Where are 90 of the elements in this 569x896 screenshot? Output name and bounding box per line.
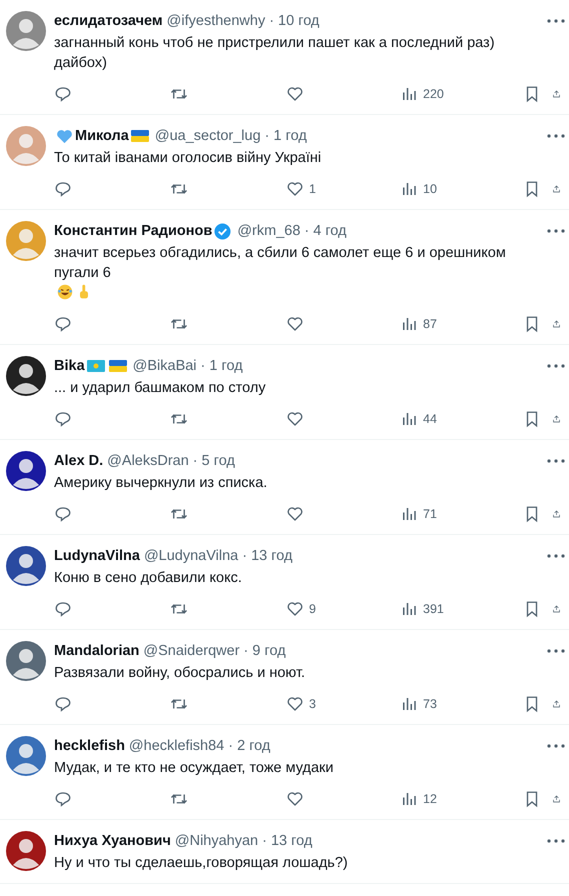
timestamp[interactable]: · 10 год xyxy=(269,13,320,29)
reply-text: Коню в сено добавили кокс. xyxy=(54,569,242,588)
timestamp[interactable]: · 4 год xyxy=(304,223,347,239)
user-handle[interactable]: @ua_sector_lug xyxy=(154,128,261,144)
flag-icon xyxy=(130,130,149,142)
user-handle[interactable]: @Snaiderqwer xyxy=(143,643,240,659)
timestamp[interactable]: · 13 год xyxy=(262,833,312,849)
views-icon[interactable] xyxy=(400,600,418,618)
view-count: 87 xyxy=(423,317,437,331)
reply-text: Мудак, и те кто не осуждает, тоже мудаки xyxy=(54,759,334,778)
reply-icon[interactable] xyxy=(54,180,72,198)
view-count: 391 xyxy=(423,602,444,616)
user-handle[interactable]: @hecklefish84 xyxy=(128,738,224,754)
user-handle[interactable]: @Nihyahyan xyxy=(174,833,258,849)
flag-icon xyxy=(108,360,127,372)
views-icon[interactable] xyxy=(400,695,418,713)
like-icon[interactable] xyxy=(286,315,304,333)
user-handle[interactable]: @BikaBai xyxy=(132,358,197,374)
more-icon[interactable] xyxy=(547,839,565,843)
view-count: 220 xyxy=(423,87,444,101)
views-icon[interactable] xyxy=(400,85,418,103)
user-name[interactable]: Bika xyxy=(54,358,85,374)
reply-text: То китай іванами оголосив війну Україні xyxy=(54,149,322,168)
views-icon[interactable] xyxy=(400,410,418,428)
user-name[interactable]: hecklefish xyxy=(54,738,125,754)
reply-icon[interactable] xyxy=(54,505,72,523)
avatar[interactable] xyxy=(6,831,46,871)
timestamp[interactable]: · 9 год xyxy=(244,643,286,659)
more-icon[interactable] xyxy=(547,649,565,653)
laughing-emoji-icon xyxy=(57,284,73,300)
timestamp[interactable]: · 13 год xyxy=(242,548,292,564)
user-handle[interactable]: @rkm_68 xyxy=(237,223,300,239)
user-name[interactable]: Константин Радионов xyxy=(54,223,212,239)
avatar[interactable] xyxy=(6,451,46,491)
like-icon[interactable] xyxy=(286,600,304,618)
like-icon[interactable] xyxy=(286,85,304,103)
timestamp[interactable]: · 5 год xyxy=(192,453,235,469)
like-count: 1 xyxy=(309,182,316,196)
user-name[interactable]: еслидатозачем xyxy=(54,13,163,29)
reply-text: Ну и что ты сделаешь,говорящая лошадь?) xyxy=(54,854,348,873)
timestamp[interactable]: · 1 год xyxy=(264,128,307,144)
user-handle[interactable]: @AleksDran xyxy=(107,453,189,469)
view-count: 44 xyxy=(423,412,437,426)
views-icon[interactable] xyxy=(400,505,418,523)
user-name[interactable]: Микола xyxy=(75,128,129,144)
user-handle[interactable]: @LudynaVilna xyxy=(144,548,238,564)
reply-icon[interactable] xyxy=(54,410,72,428)
verified-icon xyxy=(214,222,232,240)
reply-text: загнанный конь чтоб не пристрелили пашет как а последний раз) дайбох) xyxy=(54,34,496,73)
user-name[interactable]: Mandalorian xyxy=(54,643,140,659)
like-icon[interactable] xyxy=(286,410,304,428)
view-count: 73 xyxy=(423,697,437,711)
user-handle[interactable]: @ifyesthenwhy xyxy=(166,13,266,29)
more-icon[interactable] xyxy=(547,744,565,748)
like-icon[interactable] xyxy=(286,505,304,523)
avatar[interactable] xyxy=(6,546,46,586)
like-count: 3 xyxy=(309,697,316,711)
timestamp[interactable]: · 1 год xyxy=(200,358,243,374)
reply-text: Америку вычеркнули из списка. xyxy=(54,474,268,493)
view-count: 10 xyxy=(423,182,437,196)
view-count: 71 xyxy=(423,507,437,521)
more-icon[interactable] xyxy=(547,134,565,138)
avatar[interactable] xyxy=(6,356,46,396)
more-icon[interactable] xyxy=(547,19,565,23)
like-count: 9 xyxy=(309,602,316,616)
user-name[interactable]: Нихуа Хуанович xyxy=(54,833,171,849)
more-icon[interactable] xyxy=(547,364,565,368)
reply-icon[interactable] xyxy=(54,315,72,333)
reply-icon[interactable] xyxy=(54,600,72,618)
user-name[interactable]: Alex D. xyxy=(54,453,104,469)
more-icon[interactable] xyxy=(547,459,565,463)
flag-icon xyxy=(86,360,105,372)
reply-icon[interactable] xyxy=(54,85,72,103)
views-icon[interactable] xyxy=(400,315,418,333)
more-icon[interactable] xyxy=(547,554,565,558)
like-icon[interactable] xyxy=(286,695,304,713)
heart-icon xyxy=(56,128,73,144)
views-icon[interactable] xyxy=(400,180,418,198)
reply-text: ... и ударил башмаком по столу xyxy=(54,379,266,398)
like-icon[interactable] xyxy=(286,790,304,808)
view-count: 12 xyxy=(423,792,437,806)
timestamp[interactable]: · 2 год xyxy=(228,738,270,754)
reply-icon[interactable] xyxy=(54,790,72,808)
user-name[interactable]: LudynaVilna xyxy=(54,548,140,564)
reply-text: значит всерьез обгадились, а сбили 6 самолет еще 6 и орешником пугали 6 xyxy=(54,244,507,283)
views-icon[interactable] xyxy=(400,790,418,808)
like-icon[interactable] xyxy=(286,180,304,198)
reply-text: Развязали войну, обосрались и ноют. xyxy=(54,664,306,683)
more-icon[interactable] xyxy=(547,229,565,233)
reply-icon[interactable] xyxy=(54,695,72,713)
